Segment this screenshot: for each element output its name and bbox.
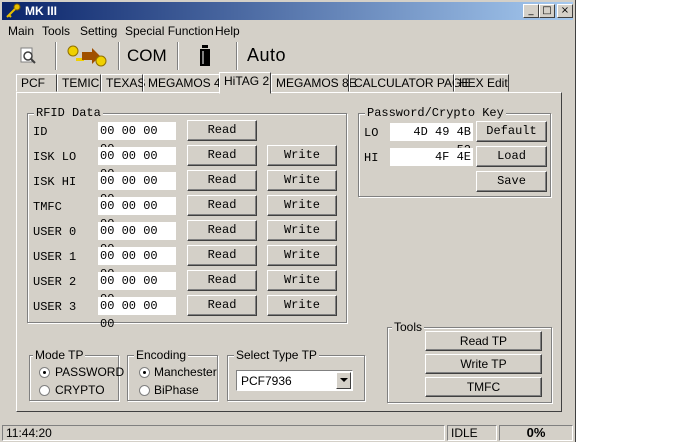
write-button[interactable]: Write	[267, 295, 337, 316]
toolbar: COM Auto	[0, 40, 576, 72]
maximize-button[interactable]: □	[539, 4, 555, 18]
tab-megamos-48[interactable]: MEGAMOS 48	[143, 74, 227, 92]
rfid-row-value-field[interactable]: 00 00 00 00	[98, 147, 176, 181]
manchester-radio[interactable]	[139, 367, 150, 378]
select-type-tp-title: Select Type TP	[234, 348, 319, 362]
key-icon	[6, 3, 21, 18]
hi-label: HI	[364, 151, 379, 165]
default-button[interactable]: Default	[476, 121, 547, 142]
close-button[interactable]: ×	[557, 4, 573, 18]
tab-texas[interactable]: TEXAS	[101, 74, 145, 92]
write-tp-button[interactable]: Write TP	[425, 354, 542, 374]
read-tp-button[interactable]: Read TP	[425, 331, 542, 351]
tab-pcf[interactable]: PCF	[16, 74, 57, 92]
rfid-row-value-field[interactable]: 00 00 00 00	[98, 297, 176, 331]
write-button[interactable]: Write	[267, 145, 337, 166]
status-bar: 11:44:20 IDLE 0%	[0, 423, 576, 442]
read-button[interactable]: Read	[187, 295, 257, 316]
rfid-row-label: USER 1	[33, 250, 77, 264]
hi-key-field[interactable]: 4F 4E	[390, 148, 473, 166]
menu-setting[interactable]: Setting	[80, 24, 117, 38]
rfid-row-value-field[interactable]: 00 00 00 00	[98, 122, 176, 156]
status-time: 11:44:20	[2, 425, 445, 441]
read-button[interactable]: Read	[187, 120, 257, 141]
com-button[interactable]: COM	[127, 46, 167, 66]
menu-main[interactable]: Main	[8, 24, 34, 38]
manchester-radio-label: Manchester	[154, 365, 217, 379]
type-tp-select-value: PCF7936	[241, 374, 292, 388]
write-button[interactable]: Write	[267, 270, 337, 291]
load-button[interactable]: Load	[476, 146, 547, 167]
menu-tools[interactable]: Tools	[42, 24, 70, 38]
type-tp-select[interactable]: PCF7936	[236, 370, 353, 391]
rfid-row-label: USER 0	[33, 225, 77, 239]
password-radio[interactable]	[39, 367, 50, 378]
read-button[interactable]: Read	[187, 170, 257, 191]
write-button[interactable]: Write	[267, 245, 337, 266]
search-tag-icon[interactable]	[18, 46, 38, 66]
tab-hitag-2[interactable]: HiTAG 2	[219, 72, 271, 94]
rfid-row-label: TMFC	[33, 200, 62, 214]
write-button[interactable]: Write	[267, 170, 337, 191]
rfid-row-label: USER 2	[33, 275, 77, 289]
lo-key-field[interactable]: 4D 49 4B 52	[390, 123, 473, 157]
read-button[interactable]: Read	[187, 145, 257, 166]
toolbar-separator	[118, 42, 120, 70]
status-progress: 0%	[499, 425, 573, 441]
read-button[interactable]: Read	[187, 220, 257, 241]
tab-megamos-8e[interactable]: MEGAMOS 8E	[271, 74, 357, 92]
menu-bar: Main Tools Setting Special Function Help	[0, 21, 576, 40]
write-button[interactable]: Write	[267, 195, 337, 216]
status-state: IDLE	[447, 425, 497, 441]
read-button[interactable]: Read	[187, 245, 257, 266]
write-button[interactable]: Write	[267, 220, 337, 241]
rfid-data-title: RFID Data	[34, 106, 103, 120]
rfid-row-value-field[interactable]: 00 00 00 00	[98, 272, 176, 306]
tab-calculator-page[interactable]: CALCULATOR PAGE	[349, 74, 469, 92]
menu-help[interactable]: Help	[215, 24, 240, 38]
window-title: MK III	[25, 4, 57, 18]
biphase-radio-label: BiPhase	[154, 383, 199, 397]
tab-hex-edit[interactable]: HEX Edit	[454, 74, 509, 92]
auto-button[interactable]: Auto	[247, 45, 286, 66]
toolbar-separator	[177, 42, 179, 70]
app-window: MK III _ □ × Main Tools Setting Special …	[0, 0, 576, 442]
rfid-row-label: ISK LO	[33, 150, 77, 164]
rfid-row-label: ISK HI	[33, 175, 77, 189]
password-title: Password/Crypto Key	[365, 106, 506, 120]
minimize-button[interactable]: _	[523, 4, 539, 18]
rfid-row-value-field[interactable]: 00 00 00 00	[98, 247, 176, 281]
tools-title: Tools	[392, 320, 425, 334]
title-bar: MK III _ □ ×	[2, 2, 573, 20]
biphase-radio[interactable]	[139, 385, 150, 396]
tmfc-button[interactable]: TMFC	[425, 377, 542, 397]
battery-icon[interactable]	[198, 44, 212, 68]
crypto-radio-label: CRYPTO	[55, 383, 105, 397]
tab-panel-hitag-2: RFID Data ID 00 00 00 00 Read ISK LO 00 00 0…	[16, 92, 562, 412]
tab-temic[interactable]: TEMIC	[57, 74, 101, 92]
chevron-down-icon	[340, 378, 348, 382]
password-radio-label: PASSWORD	[55, 365, 125, 379]
read-button[interactable]: Read	[187, 195, 257, 216]
dropdown-arrow-button[interactable]	[336, 372, 351, 389]
read-button[interactable]: Read	[187, 270, 257, 291]
rfid-row-label: USER 3	[33, 300, 77, 314]
tab-strip: PCF TEMIC TEXAS MEGAMOS 48 HiTAG 2 MEGAM…	[0, 72, 576, 94]
rfid-row-value-field[interactable]: 00 00 00 00	[98, 222, 176, 256]
encoding-title: Encoding	[134, 348, 189, 362]
crypto-radio[interactable]	[39, 385, 50, 396]
keys-transfer-icon[interactable]	[64, 43, 110, 69]
toolbar-separator	[55, 42, 57, 70]
save-button[interactable]: Save	[476, 171, 547, 192]
rfid-row-value-field[interactable]: 00 00 00 00	[98, 172, 176, 206]
lo-label: LO	[364, 126, 379, 140]
menu-special-function[interactable]: Special Function	[125, 24, 214, 38]
mode-tp-title: Mode TP	[33, 348, 86, 362]
rfid-row-value-field[interactable]: 00 00 00 00	[98, 197, 176, 231]
rfid-row-label: ID	[33, 125, 48, 139]
toolbar-separator	[236, 42, 238, 70]
